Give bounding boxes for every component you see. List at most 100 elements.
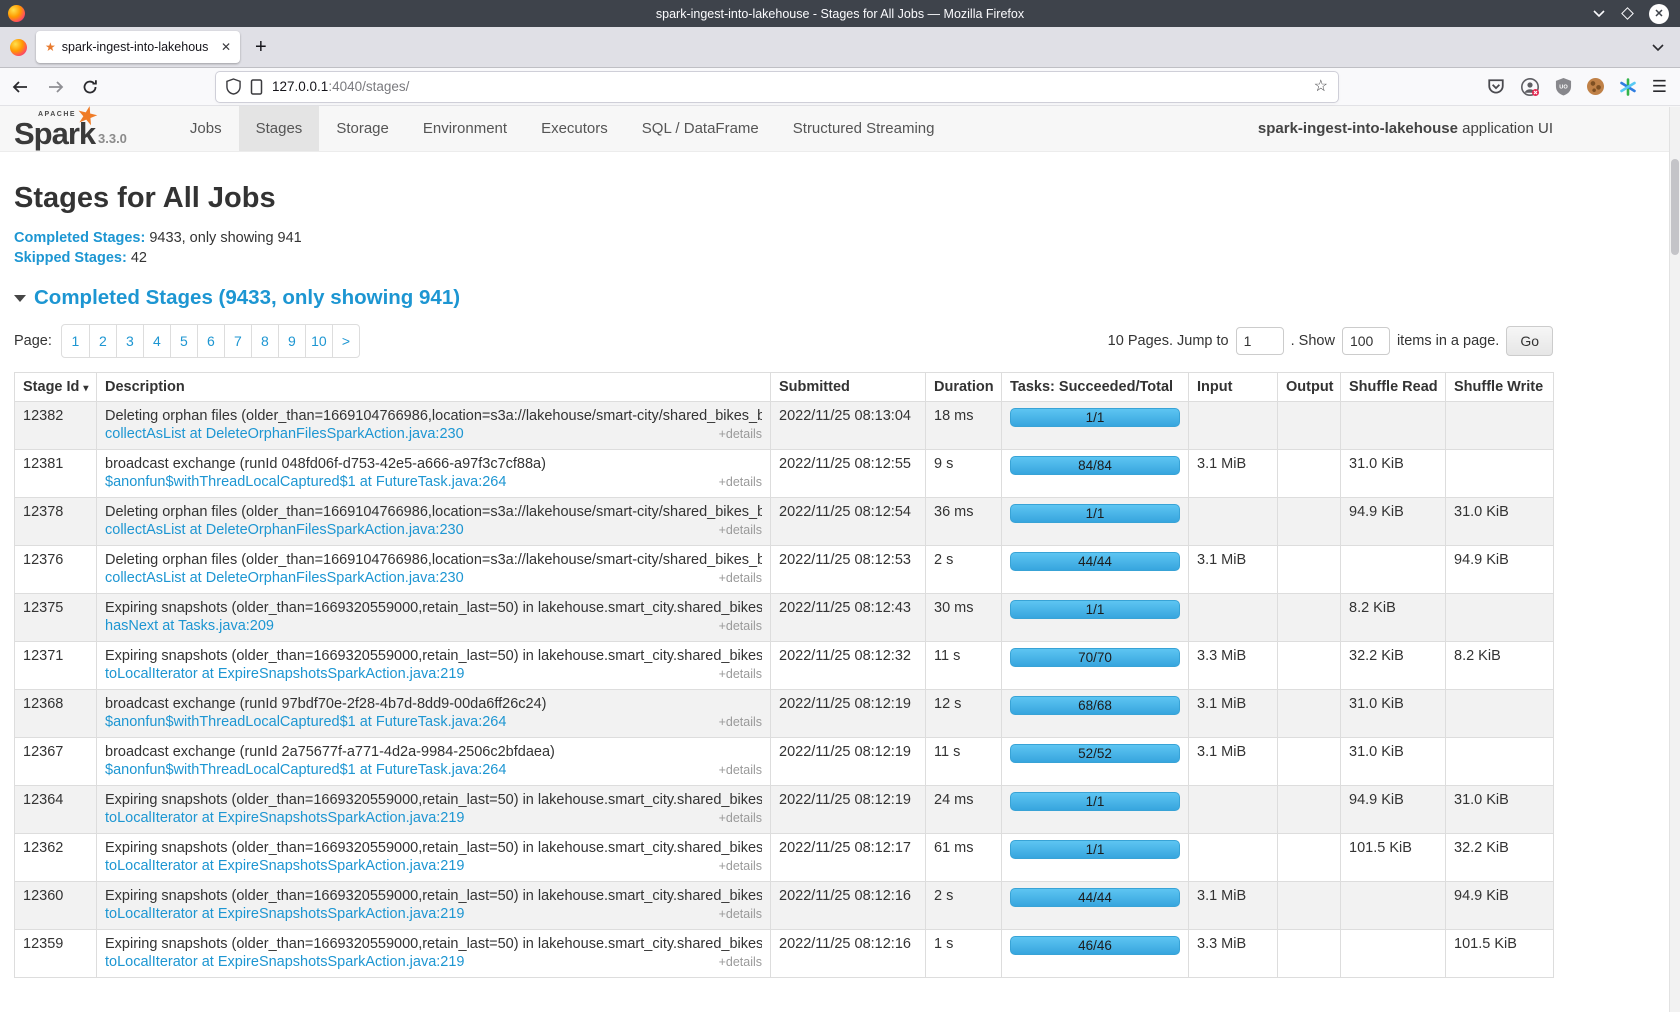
shuffle-write-cell: 8.2 KiB	[1446, 642, 1554, 690]
bookmark-star-icon[interactable]: ☆	[1314, 79, 1328, 95]
list-tabs-chevron-icon[interactable]	[1651, 43, 1665, 52]
maximize-icon[interactable]	[1621, 7, 1634, 20]
stage-detail-link[interactable]: collectAsList at DeleteOrphanFilesSparkA…	[105, 570, 464, 586]
tasks-cell: 52/52	[1002, 738, 1189, 786]
spark-tab-environment[interactable]: Environment	[406, 106, 524, 151]
page-button-3[interactable]: 3	[116, 325, 143, 357]
page-button-7[interactable]: 7	[224, 325, 251, 357]
completed-stages-link[interactable]: Completed Stages:	[14, 230, 145, 246]
account-icon[interactable]	[1520, 77, 1540, 97]
stage-detail-link[interactable]: toLocalIterator at ExpireSnapshotsSparkA…	[105, 858, 465, 874]
stage-detail-link[interactable]: hasNext at Tasks.java:209	[105, 618, 274, 634]
completed-stages-summary: Completed Stages: 9433, only showing 941	[14, 228, 1553, 248]
page-button-2[interactable]: 2	[89, 325, 116, 357]
menu-hamburger-icon[interactable]: ☰	[1652, 78, 1667, 95]
tracking-shield-icon[interactable]	[226, 78, 241, 95]
stage-detail-link[interactable]: $anonfun$withThreadLocalCaptured$1 at Fu…	[105, 474, 506, 490]
spark-tab-storage[interactable]: Storage	[319, 106, 406, 151]
spark-tab-jobs[interactable]: Jobs	[173, 106, 239, 151]
details-toggle[interactable]: +details	[719, 427, 762, 441]
stage-detail-link[interactable]: toLocalIterator at ExpireSnapshotsSparkA…	[105, 954, 465, 970]
firefox-icon[interactable]	[10, 39, 27, 56]
page-button-10[interactable]: 10	[305, 325, 332, 357]
close-window-icon[interactable]: ✕	[1649, 4, 1669, 24]
spark-tab-stages[interactable]: Stages	[239, 106, 320, 151]
output-cell	[1278, 498, 1341, 546]
shuffle-read-cell: 101.5 KiB	[1341, 834, 1446, 882]
url-text[interactable]: 127.0.0.1:4040/stages/	[272, 79, 1305, 94]
spark-tab-executors[interactable]: Executors	[524, 106, 625, 151]
details-toggle[interactable]: +details	[719, 523, 762, 537]
details-toggle[interactable]: +details	[719, 667, 762, 681]
column-header-tasks-succeeded-total[interactable]: Tasks: Succeeded/Total	[1002, 373, 1189, 402]
page-button-5[interactable]: 5	[170, 325, 197, 357]
tab-close-icon[interactable]: ✕	[221, 40, 231, 54]
page-button-[interactable]: >	[332, 325, 359, 357]
reload-button[interactable]	[76, 79, 104, 95]
url-host: 127.0.0.1	[272, 79, 328, 94]
stage-detail-link[interactable]: collectAsList at DeleteOrphanFilesSparkA…	[105, 426, 464, 442]
column-header-submitted[interactable]: Submitted	[771, 373, 926, 402]
details-toggle[interactable]: +details	[719, 763, 762, 777]
column-header-output[interactable]: Output	[1278, 373, 1341, 402]
skipped-stages-link[interactable]: Skipped Stages:	[14, 250, 127, 266]
column-header-duration[interactable]: Duration	[926, 373, 1002, 402]
stage-detail-link[interactable]: collectAsList at DeleteOrphanFilesSparkA…	[105, 522, 464, 538]
details-toggle[interactable]: +details	[719, 571, 762, 585]
ublock-shield-icon[interactable]: UO	[1555, 77, 1572, 96]
submitted-cell: 2022/11/25 08:12:19	[771, 786, 926, 834]
details-toggle[interactable]: +details	[719, 955, 762, 969]
forward-button[interactable]	[42, 79, 70, 95]
minimize-icon[interactable]	[1592, 9, 1606, 18]
details-toggle[interactable]: +details	[719, 907, 762, 921]
scrollbar-thumb[interactable]	[1671, 159, 1679, 255]
page-button-9[interactable]: 9	[278, 325, 305, 357]
asterisk-extension-icon[interactable]	[1619, 78, 1637, 96]
details-toggle[interactable]: +details	[719, 715, 762, 729]
details-toggle[interactable]: +details	[719, 475, 762, 489]
url-bar[interactable]: 127.0.0.1:4040/stages/ ☆	[216, 72, 1338, 102]
tasks-progress-bar: 1/1	[1010, 408, 1180, 427]
stage-detail-link[interactable]: $anonfun$withThreadLocalCaptured$1 at Fu…	[105, 762, 506, 778]
page-button-1[interactable]: 1	[62, 325, 89, 357]
cookie-extension-icon[interactable]	[1587, 78, 1604, 95]
stage-id-cell: 12376	[15, 546, 97, 594]
details-toggle[interactable]: +details	[719, 811, 762, 825]
stage-detail-link[interactable]: toLocalIterator at ExpireSnapshotsSparkA…	[105, 666, 465, 682]
stage-detail-link[interactable]: toLocalIterator at ExpireSnapshotsSparkA…	[105, 810, 465, 826]
completed-stages-section-header[interactable]: Completed Stages (9433, only showing 941…	[14, 286, 1553, 310]
input-cell: 3.1 MiB	[1189, 546, 1278, 594]
pocket-icon[interactable]	[1487, 78, 1505, 96]
page-button-8[interactable]: 8	[251, 325, 278, 357]
duration-cell: 30 ms	[926, 594, 1002, 642]
column-header-stage-id[interactable]: Stage Id▾	[15, 373, 97, 402]
items-per-page-input[interactable]	[1342, 327, 1390, 355]
column-header-shuffle-read[interactable]: Shuffle Read	[1341, 373, 1446, 402]
page-scrollbar[interactable]	[1669, 107, 1680, 1012]
column-header-description[interactable]: Description	[97, 373, 771, 402]
stage-row-12362: 12362Expiring snapshots (older_than=1669…	[15, 834, 1554, 882]
spark-tab-sql-dataframe[interactable]: SQL / DataFrame	[625, 106, 776, 151]
duration-cell: 12 s	[926, 690, 1002, 738]
spark-tab-structured-streaming[interactable]: Structured Streaming	[776, 106, 952, 151]
details-toggle[interactable]: +details	[719, 619, 762, 633]
description-cell: Expiring snapshots (older_than=166932055…	[97, 882, 771, 930]
page-button-4[interactable]: 4	[143, 325, 170, 357]
sort-desc-icon: ▾	[83, 383, 88, 394]
column-header-shuffle-write[interactable]: Shuffle Write	[1446, 373, 1554, 402]
browser-tab[interactable]: ★ spark-ingest-into-lakehous ✕	[36, 31, 240, 63]
output-cell	[1278, 834, 1341, 882]
show-text: . Show	[1291, 333, 1335, 349]
details-toggle[interactable]: +details	[719, 859, 762, 873]
jump-to-page-input[interactable]	[1236, 327, 1284, 355]
page-info-icon[interactable]	[250, 79, 263, 95]
duration-cell: 61 ms	[926, 834, 1002, 882]
stage-detail-link[interactable]: $anonfun$withThreadLocalCaptured$1 at Fu…	[105, 714, 506, 730]
page-button-6[interactable]: 6	[197, 325, 224, 357]
new-tab-button[interactable]: +	[255, 36, 267, 59]
go-button[interactable]: Go	[1506, 326, 1553, 356]
stage-detail-link[interactable]: toLocalIterator at ExpireSnapshotsSparkA…	[105, 906, 465, 922]
tasks-progress-bar: 1/1	[1010, 600, 1180, 619]
column-header-input[interactable]: Input	[1189, 373, 1278, 402]
back-button[interactable]	[6, 79, 34, 95]
